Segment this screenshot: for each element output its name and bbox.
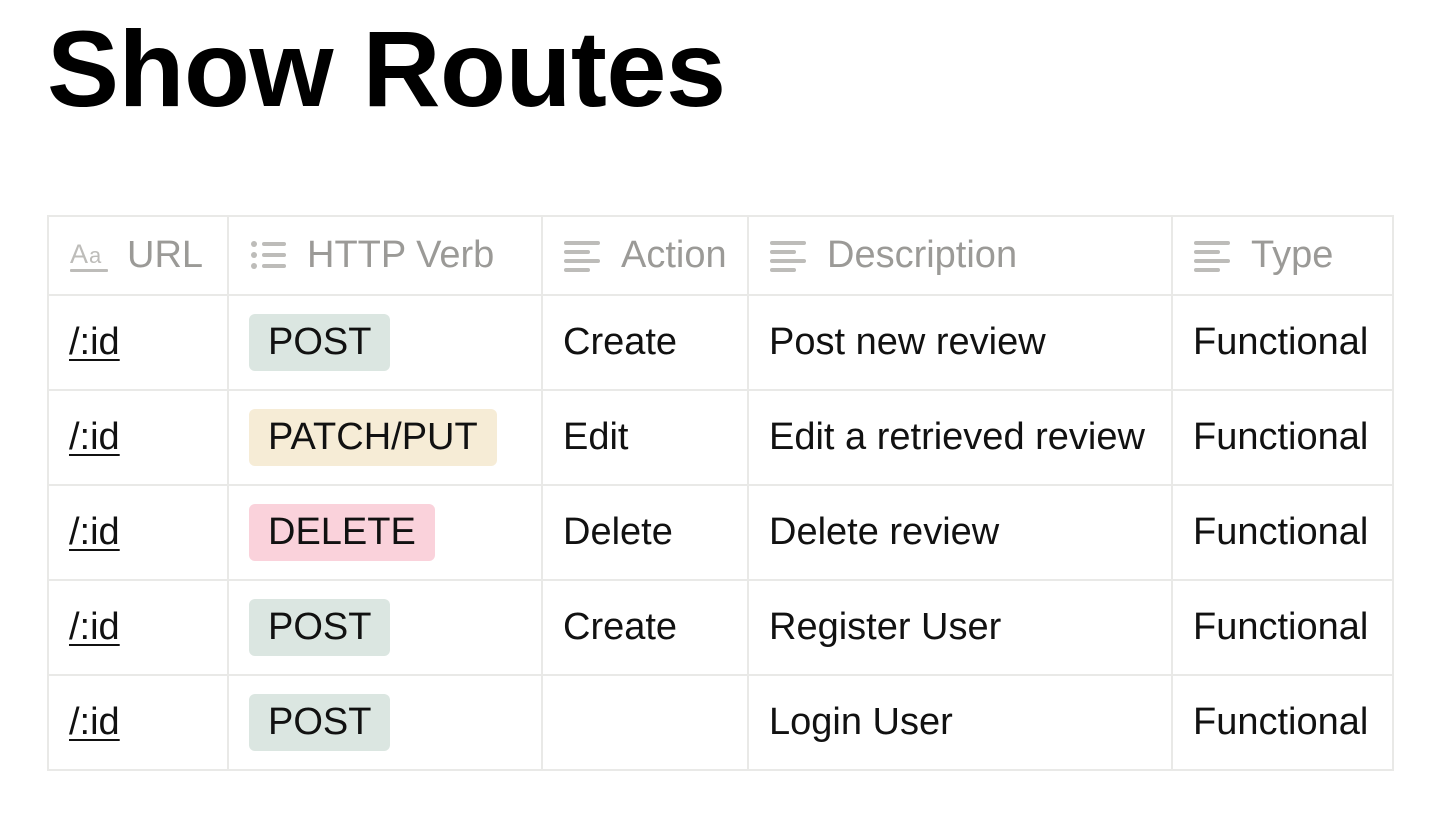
url-link[interactable]: /:id <box>69 416 120 458</box>
cell-description[interactable]: Delete review <box>747 484 1173 581</box>
cell-action[interactable]: Delete <box>541 484 749 581</box>
cell-action[interactable]: Edit <box>541 389 749 486</box>
cell-type[interactable]: Functional <box>1171 294 1394 391</box>
cell-url: /:id <box>47 484 229 581</box>
svg-text:a: a <box>89 243 102 268</box>
text-property-icon: A a <box>70 239 108 272</box>
svg-text:A: A <box>70 239 88 269</box>
table-row: /:id POST Create Post new review Functio… <box>47 294 1394 391</box>
table-row: /:id POST Login User Functional <box>47 674 1394 771</box>
column-header-label: Action <box>621 234 727 276</box>
cell-type[interactable]: Functional <box>1171 579 1394 676</box>
cell-http-verb[interactable]: POST <box>227 674 543 771</box>
column-header-type[interactable]: Type <box>1171 215 1394 296</box>
cell-http-verb[interactable]: POST <box>227 579 543 676</box>
table-header-row: A a URL HTTP Verb Action Description Typ… <box>47 215 1394 296</box>
column-header-label: URL <box>127 234 204 276</box>
text-lines-icon <box>1194 240 1230 272</box>
cell-type[interactable]: Functional <box>1171 389 1394 486</box>
column-header-http-verb[interactable]: HTTP Verb <box>227 215 543 296</box>
cell-description[interactable]: Edit a retrieved review <box>747 389 1173 486</box>
verb-tag-patch-put: PATCH/PUT <box>249 409 497 466</box>
url-link[interactable]: /:id <box>69 701 120 743</box>
url-link[interactable]: /:id <box>69 511 120 553</box>
cell-action[interactable]: Create <box>541 579 749 676</box>
column-header-url[interactable]: A a URL <box>47 215 229 296</box>
text-lines-icon <box>564 240 600 272</box>
cell-type[interactable]: Functional <box>1171 674 1394 771</box>
column-header-label: Description <box>827 234 1018 276</box>
verb-tag-post: POST <box>249 694 391 751</box>
cell-url: /:id <box>47 294 229 391</box>
table-row: /:id POST Create Register User Functiona… <box>47 579 1394 676</box>
column-header-label: Type <box>1251 234 1334 276</box>
cell-url: /:id <box>47 389 229 486</box>
column-header-label: HTTP Verb <box>307 234 495 276</box>
cell-action[interactable]: Create <box>541 294 749 391</box>
table-row: /:id DELETE Delete Delete review Functio… <box>47 484 1394 581</box>
column-header-description[interactable]: Description <box>747 215 1173 296</box>
cell-description[interactable]: Register User <box>747 579 1173 676</box>
cell-description[interactable]: Login User <box>747 674 1173 771</box>
cell-action[interactable] <box>541 674 749 771</box>
verb-tag-post: POST <box>249 314 391 371</box>
text-lines-icon <box>770 240 806 272</box>
column-header-action[interactable]: Action <box>541 215 749 296</box>
table-row: /:id PATCH/PUT Edit Edit a retrieved rev… <box>47 389 1394 486</box>
page-title: Show Routes <box>47 8 726 129</box>
verb-tag-delete: DELETE <box>249 504 435 561</box>
multi-select-icon <box>251 240 286 269</box>
cell-http-verb[interactable]: DELETE <box>227 484 543 581</box>
routes-table: A a URL HTTP Verb Action Description Typ… <box>47 215 1394 771</box>
cell-url: /:id <box>47 674 229 771</box>
url-link[interactable]: /:id <box>69 606 120 648</box>
url-link[interactable]: /:id <box>69 321 120 363</box>
cell-http-verb[interactable]: POST <box>227 294 543 391</box>
cell-description[interactable]: Post new review <box>747 294 1173 391</box>
cell-url: /:id <box>47 579 229 676</box>
cell-http-verb[interactable]: PATCH/PUT <box>227 389 543 486</box>
cell-type[interactable]: Functional <box>1171 484 1394 581</box>
verb-tag-post: POST <box>249 599 391 656</box>
